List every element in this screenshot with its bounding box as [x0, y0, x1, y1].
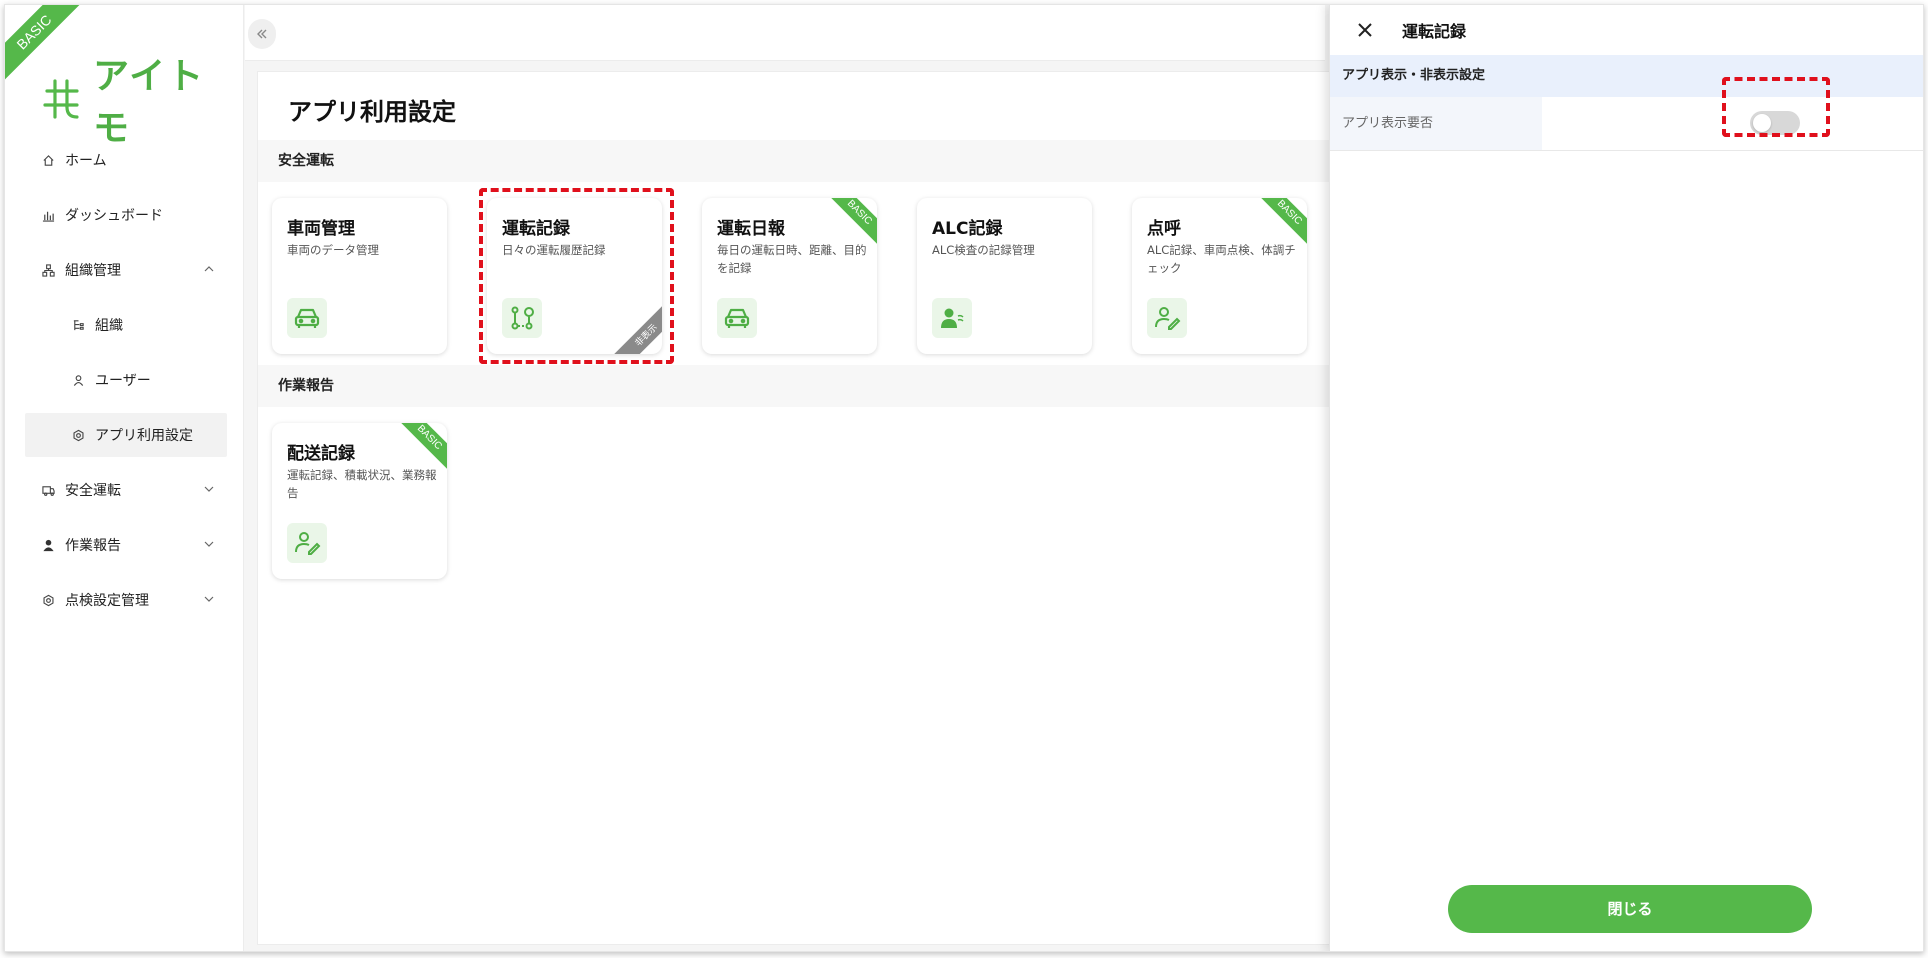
- gear-icon: [41, 593, 55, 607]
- sidebar-item-label: 点検設定管理: [65, 593, 149, 609]
- chevron-down-icon: [204, 486, 214, 492]
- double-chevron-left-icon: [257, 29, 267, 39]
- highlight-annotation: [479, 188, 674, 364]
- truck-icon: [41, 483, 55, 497]
- sidebar-item-label: 作業報告: [65, 538, 121, 554]
- logo[interactable]: アイトモ: [39, 47, 243, 151]
- card-title: 点呼: [1147, 219, 1181, 239]
- sidebar-item-inspection-settings[interactable]: 点検設定管理: [25, 578, 227, 622]
- app-window: BASIC アイトモ ホーム ダッシュボード 組織管理 組織 ユーザー アプリ利…: [4, 4, 1924, 952]
- chevron-down-icon: [204, 541, 214, 547]
- sidebar-item-label: 安全運転: [65, 483, 121, 499]
- settings-drawer: 運転記録 アプリ表示・非表示設定 アプリ表示要否 閉じる: [1329, 5, 1923, 951]
- chevron-up-icon: [204, 266, 214, 272]
- home-icon: [41, 153, 55, 167]
- card-description: ALC記録、車両点検、体調チェック: [1147, 243, 1296, 275]
- drawer-section-header: アプリ表示・非表示設定: [1330, 55, 1923, 97]
- section-header-safe-driving: 安全運転: [258, 140, 1338, 182]
- top-bar: [245, 5, 1325, 61]
- sidebar-nav: ホーム ダッシュボード 組織管理 組織 ユーザー アプリ利用設定 安全運転 作業…: [25, 138, 227, 633]
- logo-mark-icon: [43, 79, 79, 119]
- car-icon: [287, 298, 327, 338]
- visibility-setting-row: アプリ表示要否: [1330, 77, 1923, 151]
- highlight-annotation: [1722, 77, 1830, 137]
- card-title: 車両管理: [287, 219, 355, 239]
- sidebar-item-users[interactable]: ユーザー: [25, 358, 227, 402]
- sidebar-item-app-settings[interactable]: アプリ利用設定: [25, 413, 227, 457]
- card-title: ALC記録: [932, 219, 1003, 239]
- person-breath-icon: [932, 298, 972, 338]
- sidebar-item-label: ダッシュボード: [65, 208, 163, 224]
- card-description: 車両のデータ管理: [287, 243, 379, 257]
- card-description: 運転記録、積載状況、業務報告: [287, 468, 437, 500]
- close-icon[interactable]: [1356, 21, 1374, 39]
- card-description: ALC検査の記録管理: [932, 243, 1035, 257]
- logo-text: アイトモ: [92, 56, 206, 149]
- sidebar-item-org[interactable]: 組織: [25, 303, 227, 347]
- section-header-work-report: 作業報告: [258, 365, 1338, 407]
- sidebar-item-work-report[interactable]: 作業報告: [25, 523, 227, 567]
- person-icon: [41, 538, 55, 552]
- person-pen-icon: [1147, 298, 1187, 338]
- user-icon: [71, 373, 85, 387]
- sidebar-item-org-management[interactable]: 組織管理: [25, 248, 227, 292]
- sidebar-item-dashboard[interactable]: ダッシュボード: [25, 193, 227, 237]
- collapse-sidebar-button[interactable]: [248, 19, 276, 49]
- sidebar: BASIC アイトモ ホーム ダッシュボード 組織管理 組織 ユーザー アプリ利…: [5, 5, 244, 951]
- drawer-title: 運転記録: [1402, 22, 1467, 41]
- app-card-roll-call[interactable]: 点呼 ALC記録、車両点検、体調チェック BASIC: [1132, 198, 1307, 354]
- org-icon: [41, 263, 55, 277]
- sidebar-item-label: アプリ利用設定: [95, 428, 193, 444]
- tree-icon: [71, 318, 85, 332]
- sidebar-item-label: 組織管理: [65, 263, 121, 279]
- sidebar-item-home[interactable]: ホーム: [25, 138, 227, 182]
- app-card-delivery-record[interactable]: 配送記録 運転記録、積載状況、業務報告 BASIC: [272, 423, 447, 579]
- chevron-down-icon: [204, 596, 214, 602]
- app-card-alc-record[interactable]: ALC記録 ALC検査の記録管理: [917, 198, 1092, 354]
- app-card-daily-report[interactable]: 運転日報 毎日の運転日時、距離、目的を記録 BASIC: [702, 198, 877, 354]
- gear-icon: [71, 428, 85, 442]
- sidebar-item-label: 組織: [95, 318, 123, 334]
- sidebar-item-label: ユーザー: [95, 373, 151, 389]
- drawer-header: 運転記録: [1330, 5, 1923, 55]
- sidebar-item-safe-driving[interactable]: 安全運転: [25, 468, 227, 512]
- person-pen-icon: [287, 523, 327, 563]
- bar-chart-icon: [41, 208, 55, 222]
- card-title: 運転日報: [717, 219, 785, 239]
- card-description: 毎日の運転日時、距離、目的を記録: [717, 243, 867, 275]
- close-button[interactable]: 閉じる: [1448, 885, 1812, 933]
- page-title: アプリ利用設定: [288, 98, 456, 126]
- main-panel: アプリ利用設定 安全運転 車両管理 車両のデータ管理 運転記録 日々の運転履歴記…: [257, 71, 1338, 945]
- visibility-setting-label: アプリ表示要否: [1330, 97, 1542, 150]
- car-icon: [717, 298, 757, 338]
- app-card-vehicle-management[interactable]: 車両管理 車両のデータ管理: [272, 198, 447, 354]
- sidebar-item-label: ホーム: [65, 153, 107, 169]
- card-title: 配送記録: [287, 444, 355, 464]
